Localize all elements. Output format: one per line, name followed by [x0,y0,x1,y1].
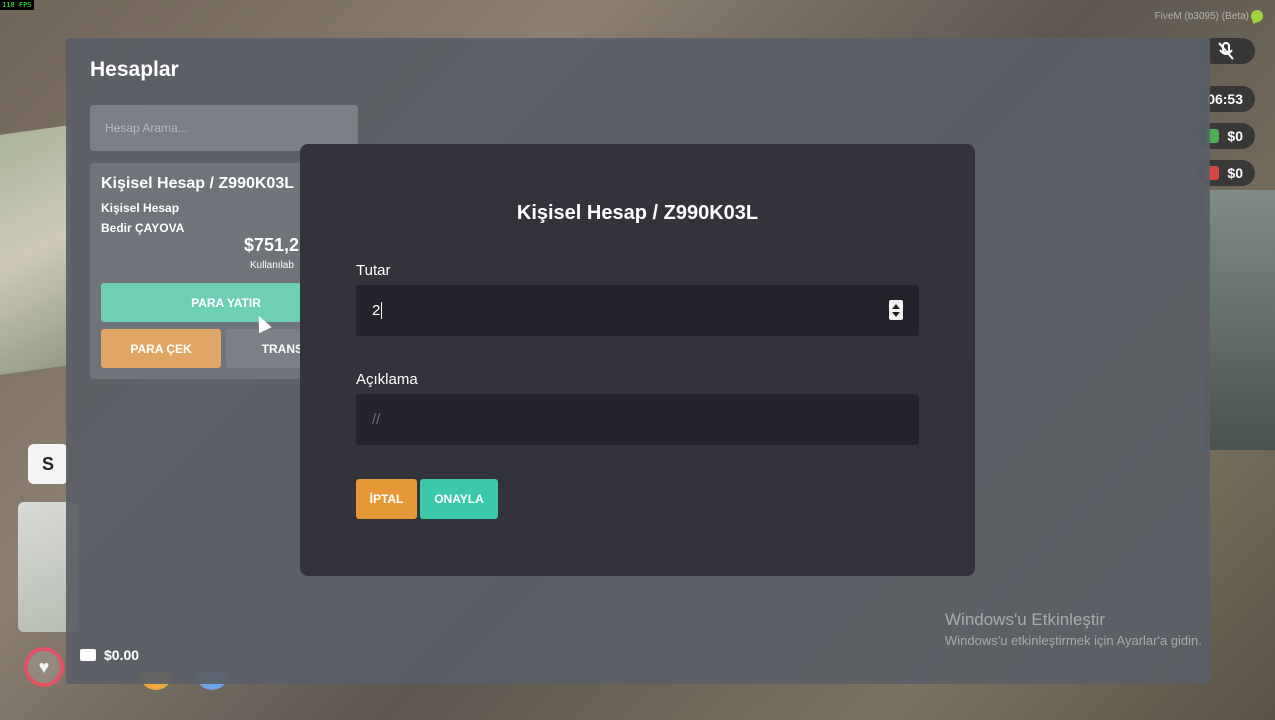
wallet-icon [80,649,96,661]
health-heart-icon: ♥ [24,647,64,687]
mic-muted-icon [1218,42,1234,60]
deposit-modal: Kişisel Hesap / Z990K03L Tutar 2 Açıklam… [300,144,975,576]
hud-key-indicator: S [28,444,68,484]
text-caret [381,302,383,319]
amount-value: 2 [372,302,381,319]
fps-counter: 118 FPS [0,0,34,10]
account-type: Kişisel Hesap [101,201,180,215]
increment-icon[interactable] [892,303,900,309]
confirm-button[interactable]: ONAYLA [420,479,498,519]
description-input[interactable] [356,394,919,445]
background-poster [0,125,70,375]
description-label: Açıklama [356,371,418,388]
account-balance: $751,2 [244,235,300,255]
account-owner: Bedir ÇAYOVA [101,221,185,235]
wallet-amount: $0.00 [104,647,140,663]
cancel-button[interactable]: İPTAL [356,479,417,519]
amount-input[interactable]: 2 [356,285,919,336]
fivem-logo-icon [1249,8,1265,24]
fivem-version-label: FiveM (b3095) (Beta) [1154,11,1249,22]
decrement-icon[interactable] [892,311,900,317]
withdraw-button[interactable]: PARA ÇEK [101,329,221,368]
background-wall [1205,190,1275,450]
modal-title: Kişisel Hesap / Z990K03L [516,202,759,224]
clock-text: 06:53 [1207,91,1243,107]
cash-amount: $0 [1227,128,1243,144]
available-balance-label: Kullanılab [250,260,294,271]
page-title: Hesaplar [90,58,179,81]
bank-amount: $0 [1227,165,1243,181]
activation-title: Windows'u Etkinleştir [945,610,1106,629]
wallet-display: $0.00 [80,647,139,663]
activation-subtitle: Windows'u etkinleştirmek için Ayarlar'a … [945,633,1202,648]
amount-stepper[interactable] [889,300,903,320]
account-title: Kişisel Hesap / Z990K03L [101,175,294,192]
amount-label: Tutar [356,262,391,279]
windows-activation-watermark: Windows'u Etkinleştir Windows'u etkinleş… [945,610,1202,648]
